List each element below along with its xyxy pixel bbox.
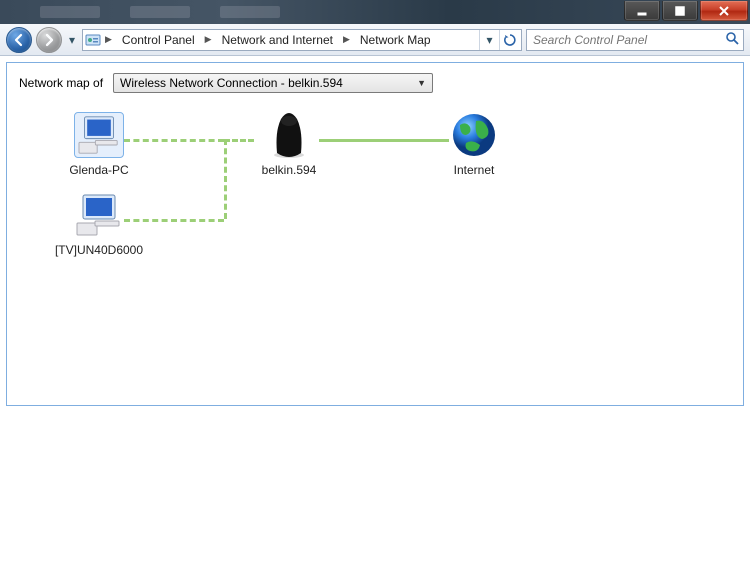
- connection-select-value: Wireless Network Connection - belkin.594: [120, 76, 343, 90]
- recent-pages-dropdown[interactable]: ▾: [66, 33, 78, 47]
- search-icon: [725, 31, 739, 48]
- minimize-button[interactable]: [624, 1, 660, 21]
- chevron-right-icon[interactable]: ▶: [341, 34, 352, 45]
- chevron-down-icon: ▼: [417, 78, 426, 88]
- node-router[interactable]: belkin.594: [234, 107, 344, 177]
- router-icon: [271, 111, 307, 159]
- node-internet[interactable]: Internet: [419, 107, 529, 177]
- network-map: Glenda-PC [TV]UN40D6000: [19, 107, 731, 347]
- breadcrumb-network-map[interactable]: Network Map: [354, 30, 437, 50]
- node-tv[interactable]: [TV]UN40D6000: [44, 187, 154, 257]
- titlebar-blur: [0, 0, 624, 24]
- computer-icon: [75, 193, 123, 237]
- connection-select[interactable]: Wireless Network Connection - belkin.594…: [113, 73, 433, 93]
- address-bar[interactable]: ▶ Control Panel ▶ Network and Internet ▶…: [82, 29, 522, 51]
- chevron-right-icon[interactable]: ▶: [203, 34, 214, 45]
- computer-icon: [75, 113, 123, 157]
- address-history-dropdown[interactable]: ▾: [479, 30, 499, 50]
- control-panel-icon: [85, 32, 101, 48]
- back-button[interactable]: [6, 27, 32, 53]
- node-label: [TV]UN40D6000: [44, 243, 154, 257]
- refresh-button[interactable]: [499, 30, 519, 50]
- content-pane: Network map of Wireless Network Connecti…: [6, 62, 744, 406]
- node-label: Internet: [419, 163, 529, 177]
- breadcrumb-root[interactable]: Control Panel: [116, 30, 201, 50]
- network-map-of-label: Network map of: [19, 76, 103, 90]
- breadcrumb-network-internet[interactable]: Network and Internet: [216, 30, 339, 50]
- search-input[interactable]: [531, 32, 725, 48]
- globe-icon: [450, 111, 498, 159]
- toolbar: ▾ ▶ Control Panel ▶ Network and Internet…: [0, 24, 750, 56]
- maximize-button[interactable]: [662, 1, 698, 21]
- node-label: belkin.594: [234, 163, 344, 177]
- close-button[interactable]: [700, 1, 748, 21]
- link-branch-vertical: [224, 139, 227, 219]
- node-label: Glenda-PC: [44, 163, 154, 177]
- forward-button[interactable]: [36, 27, 62, 53]
- chevron-right-icon[interactable]: ▶: [103, 34, 114, 45]
- node-this-pc[interactable]: Glenda-PC: [44, 107, 154, 177]
- titlebar: [0, 0, 750, 24]
- search-box[interactable]: [526, 29, 744, 51]
